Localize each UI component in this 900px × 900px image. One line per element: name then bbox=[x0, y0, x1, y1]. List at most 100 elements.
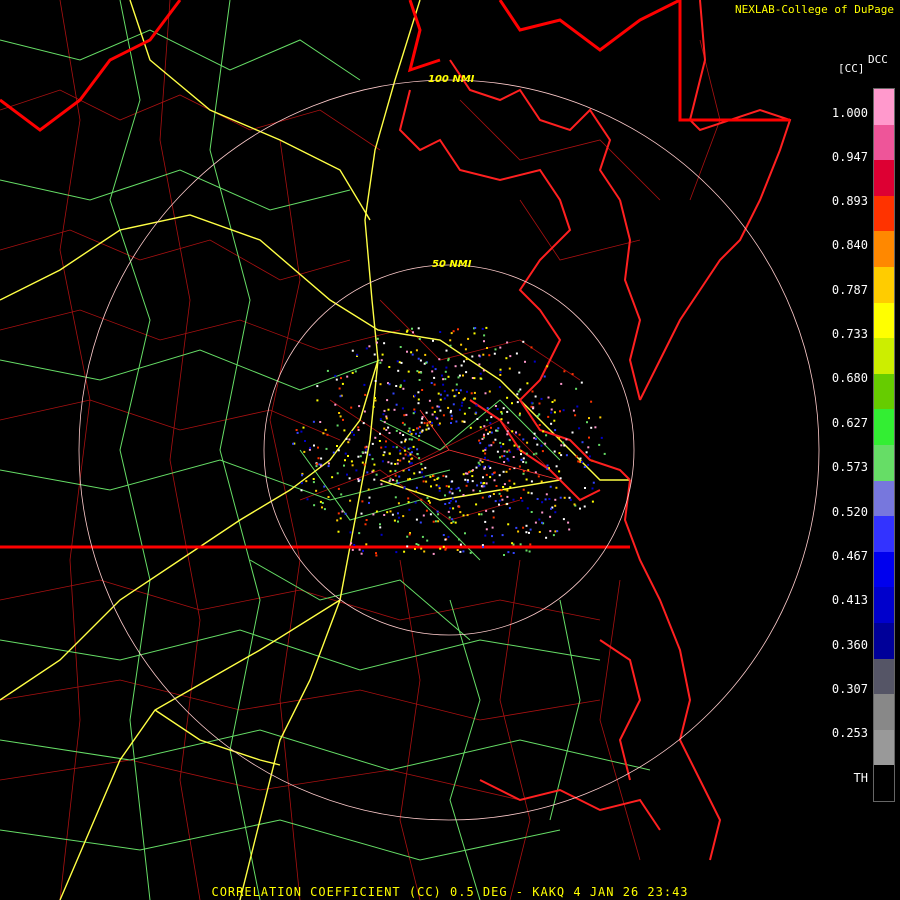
radar-return-pixel bbox=[351, 431, 354, 434]
radar-return-pixel bbox=[533, 360, 536, 363]
radar-return-pixel bbox=[449, 500, 452, 502]
radar-return-pixel bbox=[483, 485, 486, 488]
radar-return-pixel bbox=[402, 434, 405, 436]
radar-return-pixel bbox=[325, 447, 328, 450]
radar-return-pixel bbox=[484, 520, 487, 523]
color-scale-segment bbox=[874, 623, 894, 659]
radar-return-pixel bbox=[507, 551, 510, 554]
radar-return-pixel bbox=[572, 409, 575, 412]
radar-return-pixel bbox=[522, 438, 525, 441]
radar-return-pixel bbox=[464, 532, 466, 535]
radar-return-pixel bbox=[441, 374, 443, 377]
radar-return-pixel bbox=[292, 442, 295, 445]
radar-return-pixel bbox=[512, 456, 515, 458]
radar-return-pixel bbox=[546, 467, 549, 470]
radar-return-pixel bbox=[365, 347, 368, 350]
radar-return-pixel bbox=[340, 493, 343, 496]
radar-return-pixel bbox=[478, 363, 481, 366]
radar-return-pixel bbox=[475, 503, 478, 506]
radar-return-pixel bbox=[406, 535, 409, 538]
radar-return-pixel bbox=[525, 478, 528, 481]
radar-return-pixel bbox=[437, 520, 440, 523]
radar-return-pixel bbox=[313, 444, 315, 447]
radar-return-pixel bbox=[348, 438, 351, 441]
radar-map[interactable]: 100 NMI 50 NMI bbox=[0, 0, 900, 900]
radar-return-pixel bbox=[468, 471, 470, 474]
radar-return-pixel bbox=[485, 326, 488, 329]
radar-return-pixel bbox=[490, 416, 493, 419]
radar-return-pixel bbox=[456, 549, 459, 551]
radar-return-pixel bbox=[525, 524, 528, 527]
radar-return-pixel bbox=[496, 450, 499, 453]
radar-return-pixel bbox=[431, 406, 434, 409]
radar-return-pixel bbox=[308, 448, 311, 451]
radar-return-pixel bbox=[455, 500, 457, 503]
radar-return-pixel bbox=[358, 548, 361, 551]
radar-return-pixel bbox=[526, 507, 529, 510]
radar-return-pixel bbox=[518, 465, 521, 468]
radar-return-pixel bbox=[506, 502, 509, 505]
radar-return-pixel bbox=[555, 486, 558, 489]
radar-return-pixel bbox=[300, 489, 303, 492]
radar-return-pixel bbox=[536, 415, 539, 418]
radar-return-pixel bbox=[559, 496, 562, 499]
radar-return-pixel bbox=[351, 548, 354, 551]
radar-return-pixel bbox=[388, 366, 391, 368]
radar-return-pixel bbox=[414, 501, 417, 504]
radar-return-pixel bbox=[312, 420, 315, 423]
radar-return-pixel bbox=[458, 538, 461, 541]
radar-return-pixel bbox=[541, 511, 544, 514]
radar-return-pixel bbox=[346, 375, 349, 378]
radar-return-pixel bbox=[383, 427, 386, 430]
radar-return-pixel bbox=[528, 550, 531, 553]
radar-return-pixel bbox=[418, 435, 421, 437]
radar-return-pixel bbox=[429, 513, 432, 516]
radar-return-pixel bbox=[420, 471, 423, 474]
radar-return-pixel bbox=[312, 478, 315, 480]
radar-return-pixel bbox=[344, 459, 346, 462]
radar-return-pixel bbox=[460, 404, 463, 407]
radar-return-pixel bbox=[552, 534, 555, 537]
radar-return-pixel bbox=[548, 498, 551, 500]
radar-return-pixel bbox=[522, 526, 525, 529]
color-scale-segment bbox=[874, 516, 894, 553]
radar-return-pixel bbox=[506, 430, 509, 433]
radar-return-pixel bbox=[412, 429, 415, 431]
radar-return-pixel bbox=[496, 429, 499, 432]
radar-return-pixel bbox=[584, 487, 586, 489]
radar-return-pixel bbox=[427, 499, 430, 502]
radar-return-pixel bbox=[421, 416, 424, 419]
radar-return-pixel bbox=[563, 370, 566, 373]
radar-return-pixel bbox=[326, 433, 329, 436]
radar-return-pixel bbox=[339, 395, 342, 398]
radar-return-pixel bbox=[538, 531, 541, 533]
radar-return-pixel bbox=[436, 477, 439, 480]
radar-return-pixel bbox=[575, 455, 578, 458]
radar-return-pixel bbox=[436, 417, 439, 420]
radar-return-pixel bbox=[549, 530, 552, 533]
radar-return-pixel bbox=[525, 452, 528, 455]
radar-return-pixel bbox=[588, 455, 591, 458]
radar-return-pixel bbox=[447, 406, 450, 409]
radar-return-pixel bbox=[422, 514, 425, 517]
radar-return-pixel bbox=[562, 441, 565, 444]
radar-return-pixel bbox=[414, 490, 417, 493]
radar-return-pixel bbox=[376, 337, 379, 340]
radar-return-pixel bbox=[357, 480, 360, 483]
radar-return-pixel bbox=[417, 543, 420, 546]
radar-return-pixel bbox=[502, 443, 505, 446]
radar-return-pixel bbox=[448, 491, 451, 494]
radar-return-pixel bbox=[442, 534, 445, 536]
radar-return-pixel bbox=[451, 480, 454, 483]
radar-return-pixel bbox=[400, 361, 403, 364]
radar-return-pixel bbox=[407, 501, 410, 504]
radar-return-pixel bbox=[358, 532, 361, 535]
radar-return-pixel bbox=[577, 460, 580, 463]
radar-return-pixel bbox=[458, 392, 460, 394]
radar-return-pixel bbox=[549, 515, 552, 518]
radar-return-pixel bbox=[408, 438, 411, 441]
radar-return-pixel bbox=[432, 552, 435, 555]
radar-return-pixel bbox=[551, 401, 554, 403]
radar-return-pixel bbox=[388, 383, 391, 386]
radar-return-pixel bbox=[501, 498, 504, 501]
